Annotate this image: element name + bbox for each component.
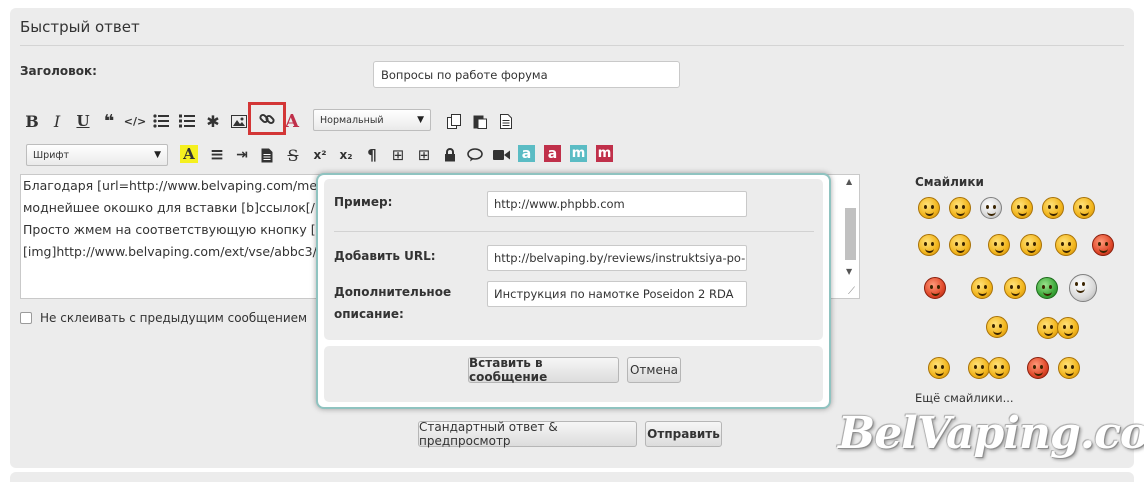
underline-icon[interactable]: U [73, 111, 93, 131]
font-size-select[interactable]: Нормальный ▼ [313, 109, 431, 131]
letter-a-red-icon[interactable]: a [544, 145, 561, 162]
smiley-icon[interactable] [928, 357, 950, 379]
letter-m-red-icon[interactable]: m [596, 145, 613, 162]
numbered-list-icon[interactable] [177, 111, 197, 131]
paragraph-icon[interactable]: ¶ [362, 145, 382, 165]
smiley-icon[interactable] [1004, 277, 1026, 299]
insert-link-button[interactable]: Вставить в сообщение [468, 356, 619, 384]
example-label: Пример: [334, 195, 393, 209]
code-icon[interactable]: </> [124, 111, 146, 131]
smiley-icon[interactable] [971, 277, 993, 299]
submit-button[interactable]: Отправить [645, 421, 722, 447]
scroll-up-icon[interactable]: ▲ [846, 177, 852, 186]
table-cell-icon[interactable]: ⊞ [414, 145, 434, 165]
italic-icon[interactable]: I [47, 111, 67, 131]
subject-input[interactable] [373, 61, 680, 88]
dialog-button-area: Вставить в сообщение Отмена [324, 346, 823, 402]
smiley-icon[interactable] [986, 316, 1008, 338]
subscript-icon[interactable]: x₂ [336, 145, 356, 165]
smiley-icon[interactable] [918, 197, 940, 219]
bullet-list-icon[interactable] [151, 111, 171, 131]
preview-button[interactable]: Стандартный ответ & предпросмотр [418, 420, 637, 448]
table-icon[interactable]: ⊞ [388, 145, 408, 165]
description-label-line1: Дополнительное [334, 285, 452, 299]
letter-a-teal-icon[interactable]: a [518, 145, 535, 162]
smiley-icon[interactable] [988, 234, 1010, 256]
font-size-select-value: Нормальный [320, 114, 384, 126]
next-panel-edge [10, 472, 1134, 482]
indent-icon[interactable]: ⇥ [232, 145, 252, 165]
editor-scrollbar[interactable]: ▲ ▼ [842, 175, 859, 297]
description-label-line2: описание: [334, 307, 404, 321]
page-icon[interactable] [257, 145, 277, 165]
chevron-down-icon: ▼ [154, 150, 161, 160]
smiley-icon[interactable] [1055, 234, 1077, 256]
url-label: Добавить URL: [334, 249, 436, 263]
resize-handle-icon[interactable]: ⟋ [848, 286, 855, 297]
smiley-icon[interactable] [1073, 197, 1095, 219]
smiley-icon[interactable] [918, 234, 940, 256]
smiley-icon[interactable] [988, 357, 1010, 379]
video-icon[interactable] [491, 145, 511, 165]
superscript-icon[interactable]: x² [310, 145, 330, 165]
highlight-icon[interactable]: A [180, 145, 198, 163]
chevron-down-icon: ▼ [417, 115, 424, 125]
editor-line: [img]http://www.belvaping.com/ext/vse/ab… [23, 244, 317, 259]
font-family-select[interactable]: Шрифт ▼ [26, 144, 168, 166]
smiley-icon[interactable] [1020, 234, 1042, 256]
editor-line: Благодаря [url=http://www.belvaping.com/… [23, 178, 330, 193]
lock-icon[interactable] [440, 145, 460, 165]
no-merge-checkbox[interactable] [20, 312, 32, 324]
scroll-down-icon[interactable]: ▼ [846, 267, 852, 276]
no-merge-option[interactable]: Не склеивать с предыдущим сообщением [20, 311, 307, 325]
smiley-icon[interactable] [1057, 317, 1079, 339]
scrollbar-thumb[interactable] [845, 208, 856, 260]
bold-icon[interactable]: B [22, 111, 42, 131]
smiley-icon[interactable] [968, 357, 990, 379]
page-title: Быстрый ответ [20, 18, 140, 36]
insert-link-dialog: Пример: http://www.phpbb.com Добавить UR… [316, 173, 831, 409]
document-icon[interactable] [496, 111, 516, 131]
smiley-icon[interactable] [1092, 234, 1114, 256]
link-icon[interactable] [257, 109, 277, 129]
strikethrough-icon[interactable]: S [283, 145, 303, 165]
smiley-icon[interactable] [1058, 357, 1080, 379]
smiley-icon[interactable] [949, 234, 971, 256]
align-center-icon[interactable]: ≡ [207, 145, 227, 165]
smiley-icon[interactable] [1037, 317, 1059, 339]
dialog-divider [334, 231, 814, 232]
dialog-form-area: Пример: http://www.phpbb.com Добавить UR… [324, 179, 823, 340]
smiley-icon[interactable] [1027, 357, 1049, 379]
example-field[interactable]: http://www.phpbb.com [487, 191, 747, 217]
editor-line: Просто жмем на соответствующую кнопку [i… [23, 222, 332, 237]
image-icon[interactable] [229, 111, 249, 131]
site-watermark: BelVaping.com [838, 408, 1144, 459]
smiley-icon[interactable] [1042, 197, 1064, 219]
list-item-icon[interactable]: ✱ [203, 111, 223, 131]
font-color-icon[interactable]: A [282, 111, 302, 132]
copy-icon[interactable] [444, 111, 464, 131]
font-family-select-value: Шрифт [33, 149, 70, 161]
more-smilies-link[interactable]: Ещё смайлики... [915, 391, 1014, 405]
smiley-icon[interactable] [924, 277, 946, 299]
title-divider [20, 45, 1124, 46]
url-field[interactable]: http://belvaping.by/reviews/instruktsiya… [487, 245, 747, 271]
paste-icon[interactable] [470, 111, 490, 131]
smiley-icon[interactable] [1036, 277, 1058, 299]
smiley-icon[interactable] [949, 197, 971, 219]
editor-line: моднейшее окошко для вставки [b]ссылок[/… [23, 200, 328, 215]
cancel-button[interactable]: Отмена [627, 357, 681, 383]
letter-m-teal-icon[interactable]: m [570, 145, 587, 162]
smiley-icon[interactable] [1069, 274, 1097, 302]
no-merge-label: Не склеивать с предыдущим сообщением [40, 311, 308, 325]
smiley-icon[interactable] [980, 197, 1002, 219]
subject-label: Заголовок: [20, 64, 97, 78]
smiley-icon[interactable] [1011, 197, 1033, 219]
description-field[interactable]: Инструкция по намотке Poseidon 2 RDA [487, 281, 747, 307]
quote-icon[interactable]: ❝ [99, 111, 119, 132]
comment-icon[interactable] [465, 145, 485, 165]
smilies-title: Смайлики [915, 175, 984, 189]
